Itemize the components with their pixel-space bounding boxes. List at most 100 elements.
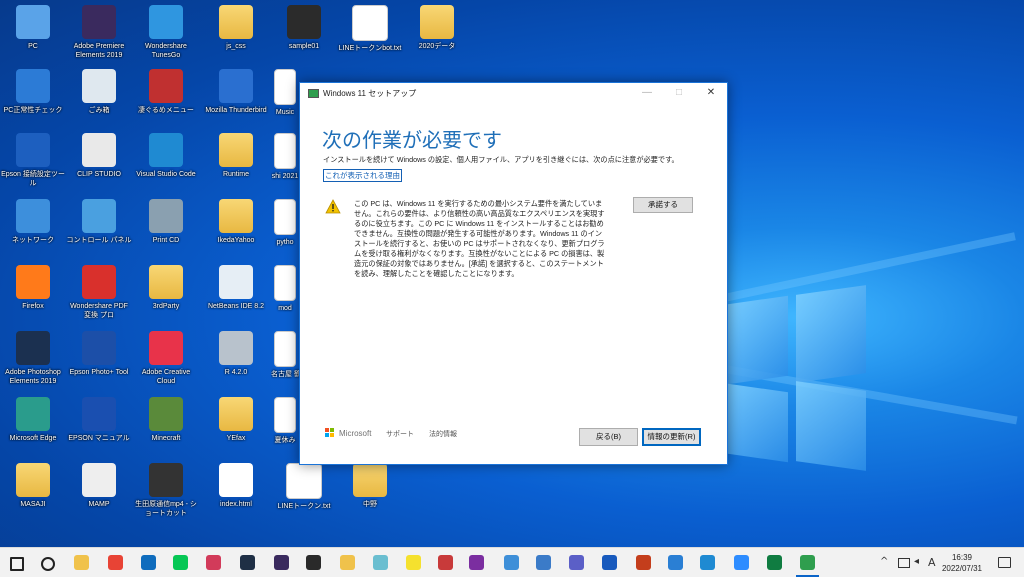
desktop-icon[interactable]: Epson Photo+ Tool xyxy=(66,331,132,395)
desktop-icon[interactable]: 3rdParty xyxy=(133,265,199,329)
support-link[interactable]: サポート xyxy=(386,429,414,439)
text-file-icon xyxy=(352,5,388,41)
tray-chevron-icon[interactable]: ^ xyxy=(880,556,888,567)
desktop-icon[interactable]: Adobe Photoshop Elements 2019 xyxy=(0,331,66,395)
desktop-icon[interactable]: sample01 xyxy=(271,5,337,69)
desktop-icon[interactable]: pytho xyxy=(271,199,299,263)
desktop-icon[interactable]: 2020データ xyxy=(404,5,470,69)
close-button[interactable]: ✕ xyxy=(695,83,727,103)
desktop-icon[interactable]: Epson 接続設定ツール xyxy=(0,133,66,197)
desktop-icon[interactable]: Adobe Premiere Elements 2019 xyxy=(66,5,132,69)
photo-app-icon[interactable] xyxy=(240,555,255,570)
desktop-icon[interactable]: mod xyxy=(271,265,299,329)
outlook-icon[interactable] xyxy=(141,555,156,570)
notification-icon[interactable] xyxy=(998,557,1011,568)
paint-icon[interactable] xyxy=(206,555,221,570)
desktop-icon[interactable]: MAMP xyxy=(66,463,132,527)
zoom-icon[interactable] xyxy=(734,555,749,570)
desktop-icon[interactable]: Print CD xyxy=(133,199,199,263)
desktop-icon-label: 夏休み xyxy=(274,437,296,444)
desktop-icon[interactable]: PC正常性チェック xyxy=(0,69,66,133)
desktop-icon[interactable]: 生田原通信mp4 - ショートカット xyxy=(133,463,199,527)
excel-file-icon xyxy=(274,331,296,367)
desktop-icon[interactable]: R 4.2.0 xyxy=(203,331,269,395)
desktop-icon[interactable]: shi 2021 xyxy=(271,133,299,197)
sticky-note-icon[interactable] xyxy=(406,555,421,570)
search-icon[interactable] xyxy=(41,557,55,571)
desktop-icon[interactable]: IkedaYahoo xyxy=(203,199,269,263)
file-explorer-icon[interactable] xyxy=(74,555,89,570)
ime-indicator[interactable]: A xyxy=(928,556,936,569)
text-file-icon xyxy=(286,463,322,499)
taskbar: ^ ◂ A 16:39 2022/07/31 xyxy=(0,547,1024,577)
movie-icon[interactable] xyxy=(668,555,683,570)
desktop-icon[interactable]: Firefox xyxy=(0,265,66,329)
desktop-icon-label: Adobe Photoshop Elements 2019 xyxy=(5,369,61,385)
database-icon[interactable] xyxy=(536,555,551,570)
nullsoft-icon[interactable] xyxy=(373,555,388,570)
desktop-icon[interactable]: 名古屋 鶴2 xyxy=(271,331,299,395)
desktop-icon[interactable]: Mozilla Thunderbird xyxy=(203,69,269,133)
minimize-button[interactable]: — xyxy=(631,83,663,103)
network-icon[interactable] xyxy=(898,558,910,568)
desktop-icon[interactable]: PC xyxy=(0,5,66,69)
clock[interactable]: 16:39 2022/07/31 xyxy=(942,552,982,574)
desktop-icon[interactable]: Minecraft xyxy=(133,397,199,461)
start-icon[interactable] xyxy=(10,557,24,571)
title-bar[interactable]: Windows 11 セットアップ — □ ✕ xyxy=(300,83,727,103)
chrome-icon[interactable] xyxy=(108,555,123,570)
desktop-icon[interactable]: ネットワーク xyxy=(0,199,66,263)
desktop-icon[interactable]: LINEトークンbot.txt xyxy=(337,5,403,69)
vscode-icon[interactable] xyxy=(700,555,715,570)
desktop-icon[interactable]: 夏休み xyxy=(271,397,299,461)
desktop-icon-label: LINEトークン.txt xyxy=(277,503,331,510)
accept-button[interactable]: 承諾する xyxy=(633,197,693,213)
creative-cloud-icon xyxy=(149,331,183,365)
speaker-icon[interactable]: ◂ xyxy=(914,556,919,567)
desktop-icon[interactable]: MASAJI xyxy=(0,463,66,527)
desktop-icon[interactable]: 凄ぐるめメニュー xyxy=(133,69,199,133)
photoshop-elements-icon xyxy=(16,331,50,365)
desktop-icon[interactable]: ごみ箱 xyxy=(66,69,132,133)
desktop-icon[interactable]: CLIP STUDIO xyxy=(66,133,132,197)
desktop-icon[interactable]: Runtime xyxy=(203,133,269,197)
desktop-icon[interactable]: Wondershare PDF 変換 プロ xyxy=(66,265,132,329)
desktop-icon[interactable]: EPSON マニュアル xyxy=(66,397,132,461)
powerpoint-icon[interactable] xyxy=(636,555,651,570)
desktop-icon[interactable]: NetBeans IDE 8.2 xyxy=(203,265,269,329)
why-shown-link[interactable]: これが表示される理由 xyxy=(323,169,402,182)
word-icon[interactable] xyxy=(602,555,617,570)
music-icon xyxy=(274,69,296,105)
setup-icon[interactable] xyxy=(796,555,819,577)
desktop-icon[interactable]: Visual Studio Code xyxy=(133,133,199,197)
teams-chat-icon[interactable] xyxy=(504,555,519,570)
folder-icon[interactable] xyxy=(340,555,355,570)
desktop-icon-label: Wondershare TunesGo xyxy=(145,43,187,59)
desktop-icon-label: Firefox xyxy=(22,303,44,310)
legal-link[interactable]: 法的情報 xyxy=(429,429,457,439)
excel-icon[interactable] xyxy=(767,555,782,570)
microsoft-logo-icon xyxy=(325,428,335,438)
chrome-html-icon xyxy=(219,463,253,497)
desktop-icon[interactable]: LINEトークン.txt xyxy=(271,463,337,527)
desktop-icon[interactable]: Music xyxy=(271,69,299,133)
desktop-icon[interactable]: YEfax xyxy=(203,397,269,461)
premiere-icon[interactable] xyxy=(274,555,289,570)
desktop-icon[interactable]: 中野 xyxy=(337,463,403,527)
microsoft-wordmark: Microsoft xyxy=(339,428,372,438)
media-icon[interactable] xyxy=(306,555,321,570)
desktop-icon[interactable]: js_css xyxy=(203,5,269,69)
desktop-icon[interactable]: index.html xyxy=(203,463,269,527)
teams-icon[interactable] xyxy=(569,555,584,570)
back-button[interactable]: 戻る(B) xyxy=(579,428,638,446)
desktop-icon[interactable]: Wondershare TunesGo xyxy=(133,5,199,69)
desktop-icon[interactable]: Adobe Creative Cloud xyxy=(133,331,199,395)
maximize-button[interactable]: □ xyxy=(663,83,695,103)
desktop-icon[interactable]: コントロール パネル xyxy=(66,199,132,263)
desktop-icon-label: NetBeans IDE 8.2 xyxy=(207,303,265,310)
pdf-icon[interactable] xyxy=(438,555,453,570)
onenote-icon[interactable] xyxy=(469,555,484,570)
refresh-info-button[interactable]: 情報の更新(R) xyxy=(642,428,701,446)
desktop-icon[interactable]: Microsoft Edge xyxy=(0,397,66,461)
line-icon[interactable] xyxy=(173,555,188,570)
